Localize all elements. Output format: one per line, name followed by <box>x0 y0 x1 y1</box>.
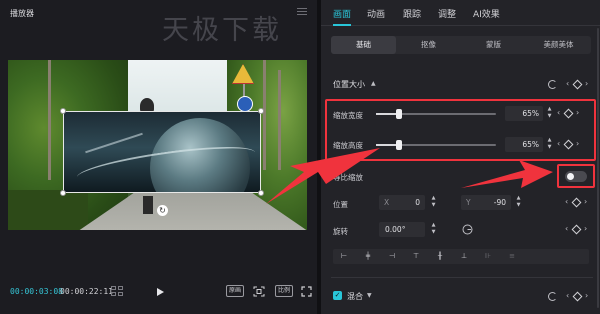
debris-streak <box>85 132 143 154</box>
current-time: 00:00:03:08 <box>10 287 63 296</box>
position-y-field[interactable]: Y -90 <box>461 195 511 210</box>
resize-handle-tr[interactable] <box>258 108 264 114</box>
fullscreen-icon[interactable] <box>301 286 312 297</box>
overlay-clip[interactable] <box>63 111 261 193</box>
tab-tracking[interactable]: 跟踪 <box>403 7 421 20</box>
person-legs <box>143 196 153 214</box>
subtab-cutout[interactable]: 抠像 <box>396 36 461 54</box>
chevron-left-icon[interactable]: ‹ <box>565 225 568 233</box>
chevron-left-icon[interactable]: ‹ <box>565 198 568 206</box>
chevron-right-icon[interactable]: › <box>584 198 587 206</box>
watermark-text: 天极下载 <box>162 15 282 46</box>
chevron-right-icon[interactable]: › <box>585 80 588 88</box>
resize-handle-bl[interactable] <box>60 190 66 196</box>
position-y-stepper[interactable]: ▲ ▼ <box>514 195 523 210</box>
active-tab-indicator <box>333 24 351 26</box>
align-center-h-icon[interactable]: ╪ <box>363 252 373 261</box>
player-title: 播放器 <box>10 9 34 18</box>
subtab-bar: 基础 抠像 蒙版 美颜美体 <box>331 36 591 54</box>
inspector-tabs: 画面 动画 跟踪 调整 AI效果 <box>321 0 600 26</box>
keyframe-icon[interactable] <box>571 197 582 208</box>
chevron-right-icon[interactable]: › <box>584 225 587 233</box>
tab-ai-effects[interactable]: AI效果 <box>473 7 500 20</box>
rotation-field[interactable]: 0.00° <box>379 222 425 237</box>
distribute-h-icon[interactable]: ⊪ <box>483 252 493 261</box>
keyframe-icon[interactable] <box>572 291 583 302</box>
subtab-beauty[interactable]: 美颜美体 <box>526 36 591 54</box>
section-separator <box>331 277 593 278</box>
grid-icon[interactable] <box>111 286 125 297</box>
menu-icon[interactable] <box>297 6 307 16</box>
chevron-left-icon[interactable]: ‹ <box>566 80 569 88</box>
position-x-stepper[interactable]: ▲ ▼ <box>429 195 438 210</box>
focus-icon[interactable] <box>253 286 265 297</box>
subtab-mask[interactable]: 蒙版 <box>461 36 526 54</box>
proof-button[interactable]: 原画 <box>226 285 244 297</box>
align-left-icon[interactable]: ⊢ <box>339 252 349 261</box>
resize-handle-tl[interactable] <box>60 108 66 114</box>
align-right-icon[interactable]: ⊣ <box>387 252 397 261</box>
chevron-down-icon[interactable]: ▼ <box>367 292 372 300</box>
keyframe-icon[interactable] <box>571 224 582 235</box>
keyframe-icon[interactable] <box>572 79 583 90</box>
play-icon[interactable] <box>157 288 164 296</box>
section-position-size[interactable]: 位置大小 <box>333 79 365 90</box>
total-time: 00:00:22:11 <box>60 287 113 296</box>
reset-icon[interactable] <box>548 292 557 301</box>
reset-icon[interactable] <box>548 80 557 89</box>
rotation-label: 旋转 <box>333 227 348 236</box>
align-center-v-icon[interactable]: ╫ <box>435 252 445 261</box>
annotation-arrow-left <box>266 148 380 204</box>
y-axis-label: Y <box>466 198 471 207</box>
align-top-icon[interactable]: ⊤ <box>411 252 421 261</box>
tab-adjust[interactable]: 调整 <box>438 7 456 20</box>
player-controls: 00:00:03:08 00:00:22:11 原画 比例 <box>0 284 317 304</box>
chevron-up-icon[interactable]: ▲ <box>371 80 376 88</box>
align-bottom-icon[interactable]: ⊥ <box>459 252 469 261</box>
annotation-arrow-right <box>461 160 553 188</box>
scene-grass <box>8 190 88 230</box>
tab-picture[interactable]: 画面 <box>333 7 351 20</box>
blend-checkbox[interactable]: ✓ <box>333 291 342 300</box>
subtab-basic[interactable]: 基础 <box>331 36 396 54</box>
rotate-handle-icon[interactable]: ↻ <box>157 205 168 216</box>
rotation-dial-icon[interactable] <box>462 224 473 235</box>
section-blend[interactable]: 混合 <box>347 291 363 302</box>
chevron-right-icon[interactable]: › <box>585 292 588 300</box>
chevron-left-icon[interactable]: ‹ <box>566 292 569 300</box>
rotation-stepper[interactable]: ▲ ▼ <box>429 222 438 237</box>
inspector-scrollbar[interactable] <box>597 28 599 308</box>
toggle-highlight-box <box>557 164 595 188</box>
y-value: -90 <box>493 198 506 207</box>
distribute-v-icon[interactable]: ≡ <box>507 252 517 261</box>
x-value: 0 <box>415 198 420 207</box>
tree-trunk <box>48 60 51 180</box>
ratio-button[interactable]: 比例 <box>275 285 293 297</box>
round-sign <box>237 96 253 112</box>
alignment-toolbar: ⊢ ╪ ⊣ ⊤ ╫ ⊥ ⊪ ≡ <box>333 249 589 264</box>
tab-animation[interactable]: 动画 <box>367 7 385 20</box>
